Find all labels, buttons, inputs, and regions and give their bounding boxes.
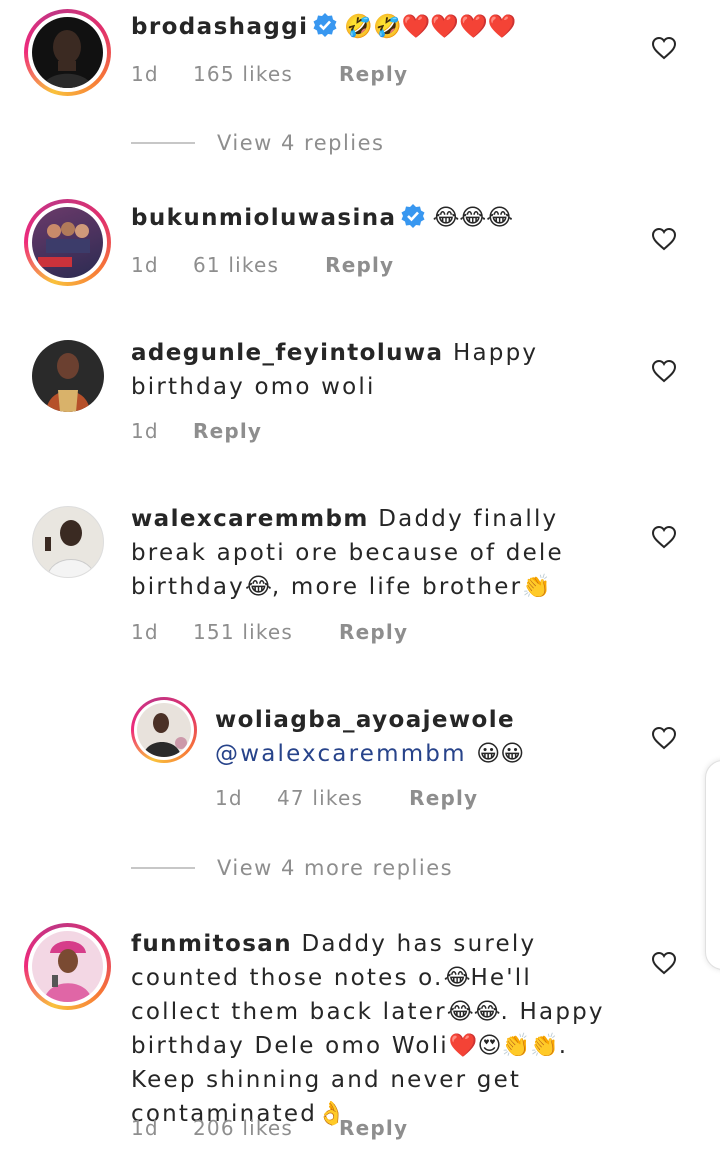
view-replies-label: View 4 replies bbox=[217, 131, 385, 155]
comment-emoji: 🤣🤣❤️❤️❤️❤️ bbox=[344, 14, 517, 40]
comment-likes[interactable]: 47 likes bbox=[277, 786, 363, 810]
avatar-story-ring[interactable] bbox=[24, 923, 111, 1010]
comment-body: brodashaggi 🤣🤣❤️❤️❤️❤️ bbox=[131, 10, 621, 44]
avatar[interactable] bbox=[32, 340, 104, 412]
comment-emoji: 😂 bbox=[244, 574, 272, 600]
edge-panel-handle[interactable] bbox=[705, 760, 720, 970]
reply-button[interactable]: Reply bbox=[325, 253, 394, 277]
comment-meta: 1d 151 likes Reply bbox=[131, 620, 408, 644]
reply-button[interactable]: Reply bbox=[193, 419, 262, 443]
verified-badge-icon bbox=[313, 13, 337, 37]
comment-time: 1d bbox=[131, 419, 159, 443]
comment-likes[interactable]: 61 likes bbox=[193, 253, 279, 277]
avatar-portrait-icon bbox=[45, 520, 96, 577]
reply-body: woliagba_ayoajewole @walexcaremmbm 😀😀 bbox=[215, 703, 625, 771]
reply-button[interactable]: Reply bbox=[339, 1116, 408, 1140]
heart-outline-icon[interactable] bbox=[651, 227, 677, 251]
avatar-poster-icon bbox=[38, 222, 90, 267]
comment-username[interactable]: funmitosan bbox=[131, 931, 292, 957]
avatar-story-ring[interactable] bbox=[24, 199, 111, 286]
comment-meta: 1d 165 likes Reply bbox=[131, 62, 408, 86]
reply-button[interactable]: Reply bbox=[339, 620, 408, 644]
comment-time: 1d bbox=[215, 786, 243, 810]
comment-username[interactable]: bukunmioluwasina bbox=[131, 205, 396, 231]
avatar[interactable] bbox=[32, 506, 104, 578]
avatar-portrait-icon bbox=[42, 30, 93, 88]
reply-button[interactable]: Reply bbox=[409, 786, 478, 810]
comment-meta: 1d Reply bbox=[131, 419, 262, 443]
comment-username[interactable]: walexcaremmbm bbox=[131, 506, 369, 532]
view-replies-button[interactable]: View 4 replies bbox=[131, 131, 385, 155]
avatar bbox=[32, 17, 103, 88]
comment-emoji: 😂😂😂 bbox=[432, 205, 514, 231]
avatar bbox=[137, 703, 191, 757]
avatar-portrait-icon bbox=[46, 353, 90, 412]
comment-username[interactable]: woliagba_ayoajewole bbox=[215, 707, 515, 733]
comment-text: , more life brother bbox=[271, 574, 523, 600]
comment-likes[interactable]: 165 likes bbox=[193, 62, 293, 86]
heart-outline-icon[interactable] bbox=[651, 359, 677, 383]
comment-emoji: 😂 bbox=[443, 965, 471, 991]
avatar-story-ring[interactable] bbox=[131, 697, 197, 763]
avatar bbox=[32, 931, 103, 1002]
comment-time: 1d bbox=[131, 620, 159, 644]
divider-line bbox=[131, 142, 195, 144]
comment-meta: 1d 206 likes Reply bbox=[131, 1116, 408, 1140]
heart-outline-icon[interactable] bbox=[651, 951, 677, 975]
comment-likes[interactable]: 206 likes bbox=[193, 1116, 293, 1140]
comment-body: adegunle_feyintoluwa Happy birthday omo … bbox=[131, 336, 621, 404]
avatar bbox=[32, 207, 103, 278]
comment-username[interactable]: brodashaggi bbox=[131, 14, 308, 40]
view-more-replies-button[interactable]: View 4 more replies bbox=[131, 856, 453, 880]
comment-likes[interactable]: 151 likes bbox=[193, 620, 293, 644]
comment-emoji: 😂😂 bbox=[446, 999, 501, 1025]
avatar-portrait-icon bbox=[44, 941, 92, 1002]
comment-meta: 1d 47 likes Reply bbox=[215, 786, 478, 810]
heart-outline-icon[interactable] bbox=[651, 726, 677, 750]
view-replies-label: View 4 more replies bbox=[217, 856, 454, 880]
avatar-portrait-icon bbox=[143, 713, 187, 757]
heart-outline-icon[interactable] bbox=[651, 525, 677, 549]
comment-body: funmitosan Daddy has surely counted thos… bbox=[131, 927, 621, 1131]
reply-button[interactable]: Reply bbox=[339, 62, 408, 86]
comment-body: bukunmioluwasina 😂😂😂 bbox=[131, 201, 621, 235]
comment-username[interactable]: adegunle_feyintoluwa bbox=[131, 340, 443, 366]
comment-body: walexcaremmbm Daddy finally break apoti … bbox=[131, 502, 621, 604]
comment-emoji: ❤️😍👏👏 bbox=[448, 1033, 559, 1059]
heart-outline-icon[interactable] bbox=[651, 36, 677, 60]
comment-time: 1d bbox=[131, 253, 159, 277]
avatar-story-ring[interactable] bbox=[24, 9, 111, 96]
divider-line bbox=[131, 867, 195, 869]
verified-badge-icon bbox=[401, 204, 425, 228]
comment-emoji: 😀😀 bbox=[476, 741, 525, 767]
comment-emoji: 👏 bbox=[522, 574, 551, 600]
comment-time: 1d bbox=[131, 62, 159, 86]
comment-meta: 1d 61 likes Reply bbox=[131, 253, 394, 277]
comment-time: 1d bbox=[131, 1116, 159, 1140]
mention-link[interactable]: @walexcaremmbm bbox=[215, 741, 467, 767]
